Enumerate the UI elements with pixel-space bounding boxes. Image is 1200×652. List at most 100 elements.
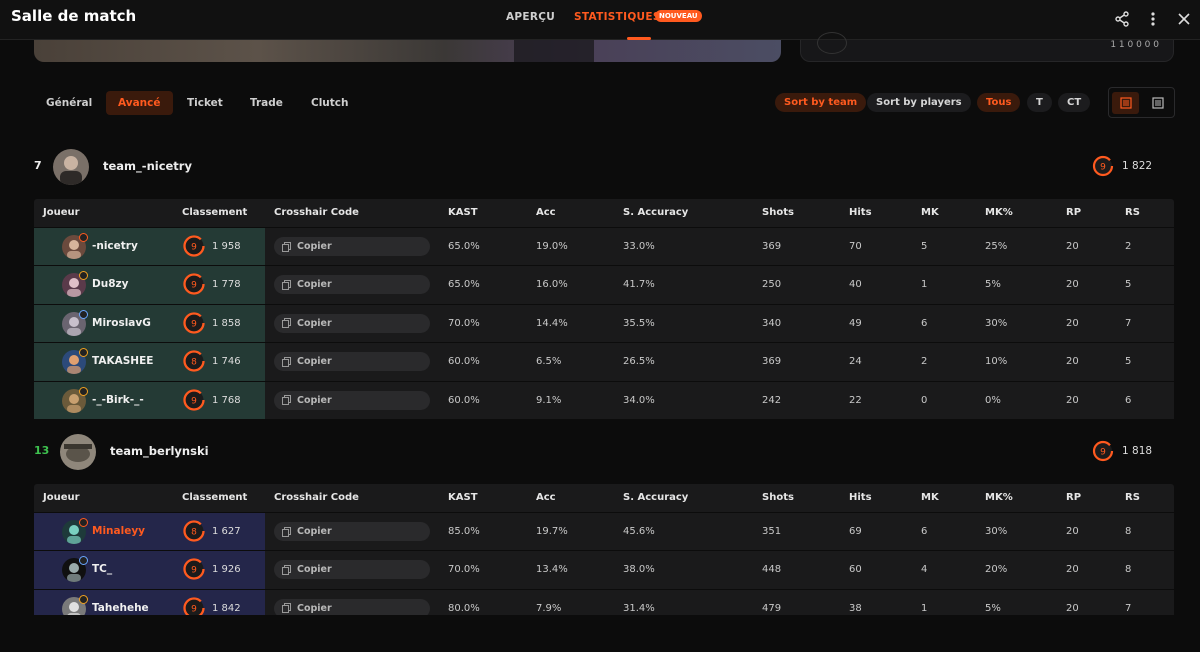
subtab-trade[interactable]: Trade: [238, 91, 295, 115]
close-icon[interactable]: [1172, 7, 1196, 31]
cell-kast: 65.0%: [448, 279, 480, 291]
cell-kast: 65.0%: [448, 241, 480, 252]
share-icon[interactable]: [1110, 7, 1134, 31]
copy-crosshair-button[interactable]: Copier: [274, 390, 430, 410]
more-options-icon[interactable]: [1141, 7, 1165, 31]
tab-apercu[interactable]: APERÇU: [506, 11, 555, 23]
team-name[interactable]: team_-nicetry: [103, 159, 192, 173]
subtab-general[interactable]: Général: [34, 91, 104, 115]
col-shots[interactable]: Shots: [762, 492, 794, 503]
copy-crosshair-button[interactable]: Copier: [274, 522, 430, 541]
cell-kast: 60.0%: [448, 394, 480, 406]
svg-text:9: 9: [1100, 448, 1106, 458]
side-all-button[interactable]: Tous: [977, 93, 1021, 112]
copy-crosshair-button[interactable]: Copier: [274, 352, 430, 372]
cell-mk: 1: [921, 279, 928, 291]
copy-icon: [282, 603, 291, 614]
col-rs[interactable]: RS: [1125, 492, 1140, 503]
level-icon: 8: [183, 350, 205, 372]
player-elo: 1 746: [212, 356, 241, 368]
list-view-icon[interactable]: [1112, 92, 1139, 114]
subtab-avance[interactable]: Avancé: [106, 91, 173, 115]
copy-icon: [282, 241, 291, 252]
svg-text:9: 9: [191, 319, 197, 329]
col-hits[interactable]: Hits: [849, 207, 872, 218]
level-icon: 9: [183, 558, 205, 581]
subtab-clutch[interactable]: Clutch: [299, 91, 361, 115]
col-rp[interactable]: RP: [1066, 207, 1081, 218]
copy-icon: [282, 395, 291, 406]
col-acc[interactable]: Acc: [536, 492, 556, 503]
table-row: TC_ 9 1 926 Copier 70.0% 13.4% 38.0% 448 60 4 20% 2…: [34, 550, 1174, 589]
copy-crosshair-button[interactable]: Copier: [274, 313, 430, 333]
player-name[interactable]: Minaleyy: [92, 525, 145, 537]
cell-sacc: 26.5%: [623, 356, 655, 368]
side-t-button[interactable]: T: [1027, 93, 1052, 112]
table-row: TAKASHEE 8 1 746 Copier 60.0% 6.5% 26.5% 369 24 2…: [34, 342, 1174, 381]
cell-shots: 242: [762, 394, 782, 406]
side-ct-button[interactable]: CT: [1058, 93, 1091, 112]
cell-rp: 20: [1066, 317, 1079, 329]
cell-rs: 2: [1125, 241, 1132, 252]
col-rs[interactable]: RS: [1125, 207, 1140, 218]
cell-rs: 7: [1125, 317, 1132, 329]
col-mk-percent[interactable]: MK%: [985, 492, 1013, 503]
player-name[interactable]: -nicetry: [92, 240, 138, 252]
table-row: Minaleyy 8 1 627 Copier 85.0% 19.7% 45.6% 351 69…: [34, 512, 1174, 551]
copy-crosshair-button[interactable]: Copier: [274, 560, 430, 580]
table-row: MiroslavG 9 1 858 Copier 70.0% 14.4% 35.5% 340 4…: [34, 303, 1174, 343]
team-name[interactable]: team_berlynski: [110, 444, 209, 458]
sort-by-players-button[interactable]: Sort by players: [867, 93, 971, 112]
match-info-card: 1 1 0 0 0 0: [800, 32, 1174, 62]
player-name[interactable]: Du8zy: [92, 278, 128, 290]
col-kast[interactable]: KAST: [448, 207, 478, 218]
cell-acc: 19.0%: [536, 241, 568, 252]
copy-icon: [282, 279, 291, 290]
subtab-ticket[interactable]: Ticket: [175, 91, 235, 115]
grid-view-icon[interactable]: [1144, 92, 1171, 114]
player-name[interactable]: TC_: [92, 563, 112, 575]
col-shots[interactable]: Shots: [762, 207, 794, 218]
col-s-accuracy[interactable]: S. Accuracy: [623, 492, 688, 503]
col-classement[interactable]: Classement: [182, 207, 247, 218]
svg-text:9: 9: [191, 396, 197, 406]
level-icon: 9: [183, 235, 205, 257]
col-rp[interactable]: RP: [1066, 492, 1081, 503]
player-name[interactable]: Tahehehe: [92, 602, 149, 614]
cell-rs: 6: [1125, 394, 1132, 406]
col-joueur[interactable]: Joueur: [43, 207, 80, 218]
col-mk-percent[interactable]: MK%: [985, 207, 1013, 218]
cell-mk: 1: [921, 602, 928, 614]
col-s-accuracy[interactable]: S. Accuracy: [623, 207, 688, 218]
cell-acc: 9.1%: [536, 394, 562, 406]
top-bar: Salle de match APERÇU STATISTIQUES NOUVE…: [0, 0, 1200, 40]
cell-shots: 369: [762, 356, 782, 368]
col-hits[interactable]: Hits: [849, 492, 872, 503]
copy-crosshair-button[interactable]: Copier: [274, 275, 430, 295]
level-icon: 9: [1092, 155, 1114, 177]
col-crosshair[interactable]: Crosshair Code: [274, 207, 359, 218]
col-joueur[interactable]: Joueur: [43, 492, 80, 503]
col-mk[interactable]: MK: [921, 207, 939, 218]
cell-mk: 4: [921, 564, 928, 576]
player-status-icon: [79, 594, 88, 604]
sort-by-team-button[interactable]: Sort by team: [775, 93, 867, 112]
cell-mkp: 10%: [985, 356, 1008, 368]
col-crosshair[interactable]: Crosshair Code: [274, 492, 359, 503]
col-kast[interactable]: KAST: [448, 492, 478, 503]
col-acc[interactable]: Acc: [536, 207, 556, 218]
tab-statistiques[interactable]: STATISTIQUES: [574, 11, 661, 23]
cell-sacc: 35.5%: [623, 317, 655, 329]
team-header: 13 team_berlynski 9 1 818: [0, 432, 1200, 472]
player-status-icon: [79, 233, 88, 242]
cell-hits: 24: [849, 356, 862, 368]
copy-crosshair-button[interactable]: Copier: [274, 237, 430, 256]
player-name[interactable]: -_-Birk-_-: [92, 394, 144, 406]
cell-kast: 80.0%: [448, 602, 480, 614]
col-mk[interactable]: MK: [921, 492, 939, 503]
col-classement[interactable]: Classement: [182, 492, 247, 503]
player-name[interactable]: MiroslavG: [92, 317, 151, 329]
player-name[interactable]: TAKASHEE: [92, 355, 153, 367]
copy-icon: [282, 564, 291, 575]
svg-text:9: 9: [191, 243, 197, 253]
